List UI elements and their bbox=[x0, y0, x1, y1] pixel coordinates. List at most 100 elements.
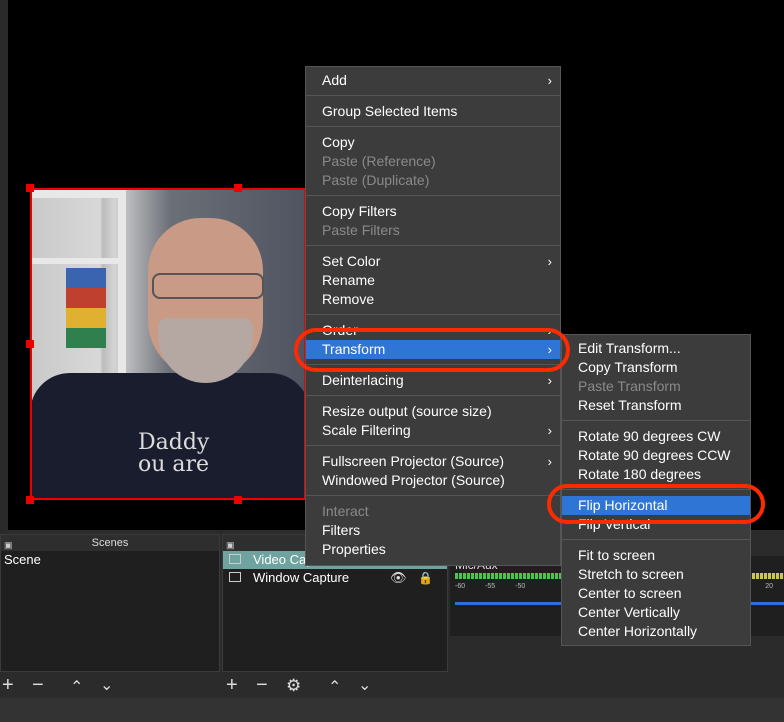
remove-source-button[interactable]: − bbox=[256, 674, 268, 697]
left-edge bbox=[0, 0, 8, 530]
menu-separator bbox=[562, 420, 750, 421]
menu-separator bbox=[306, 495, 560, 496]
menu-separator bbox=[306, 314, 560, 315]
menu-item-paste-transform: Paste Transform bbox=[562, 377, 750, 396]
gear-icon[interactable]: ⚙ bbox=[286, 676, 301, 696]
menu-item-label: Edit Transform... bbox=[578, 340, 681, 356]
menu-item-label: Copy bbox=[322, 134, 355, 150]
menu-item-label: Center Horizontally bbox=[578, 623, 698, 639]
menu-item-label: Rotate 90 degrees CW bbox=[578, 428, 721, 444]
context-menu: Add › Group Selected Items Copy Paste (Refer… bbox=[305, 66, 561, 566]
menu-item-paste-duplicate: Paste (Duplicate) bbox=[306, 171, 560, 190]
move-down-button[interactable]: ⌄ bbox=[358, 675, 371, 695]
menu-item-label: Paste (Reference) bbox=[322, 153, 436, 169]
menu-item-rotate-180-degrees[interactable]: Rotate 180 degrees bbox=[562, 465, 750, 484]
menu-item-label: Deinterlacing bbox=[322, 372, 404, 388]
menu-item-stretch-to-screen[interactable]: Stretch to screen bbox=[562, 565, 750, 584]
menu-item-remove[interactable]: Remove bbox=[306, 290, 560, 309]
menu-item-label: Windowed Projector (Source) bbox=[322, 472, 505, 488]
add-source-button[interactable]: + bbox=[226, 674, 238, 697]
resize-handle[interactable] bbox=[26, 184, 34, 192]
menu-item-label: Rotate 90 degrees CCW bbox=[578, 447, 731, 463]
menu-item-copy[interactable]: Copy bbox=[306, 133, 560, 152]
menu-separator bbox=[306, 195, 560, 196]
dock-float-icon[interactable]: ▣ bbox=[4, 537, 13, 553]
menu-separator bbox=[306, 95, 560, 96]
move-up-button[interactable]: ⌃ bbox=[328, 677, 341, 697]
menu-item-resize-output-source-size[interactable]: Resize output (source size) bbox=[306, 402, 560, 421]
menu-separator bbox=[306, 126, 560, 127]
menu-separator bbox=[306, 445, 560, 446]
menu-item-label: Group Selected Items bbox=[322, 103, 458, 119]
menu-item-paste-reference: Paste (Reference) bbox=[306, 152, 560, 171]
menu-item-rename[interactable]: Rename bbox=[306, 271, 560, 290]
menu-item-copy-transform[interactable]: Copy Transform bbox=[562, 358, 750, 377]
annotation-ring bbox=[294, 328, 570, 372]
menu-item-label: Rotate 180 degrees bbox=[578, 466, 701, 482]
scenes-dock: ▣ Scenes Scene bbox=[0, 534, 220, 672]
menu-item-edit-transform[interactable]: Edit Transform... bbox=[562, 339, 750, 358]
chevron-right-icon: › bbox=[547, 373, 552, 388]
dock-title: ▣ Scenes bbox=[1, 535, 219, 551]
menu-separator bbox=[306, 245, 560, 246]
annotation-ring bbox=[547, 484, 765, 524]
scene-item[interactable]: Scene bbox=[1, 551, 219, 569]
menu-item-label: Scale Filtering bbox=[322, 422, 411, 438]
menu-item-fit-to-screen[interactable]: Fit to screen bbox=[562, 546, 750, 565]
lock-icon[interactable]: 🔒 bbox=[418, 569, 433, 587]
move-up-button[interactable]: ⌃ bbox=[70, 677, 83, 697]
menu-item-center-vertically[interactable]: Center Vertically bbox=[562, 603, 750, 622]
menu-item-label: Rename bbox=[322, 272, 375, 288]
menu-item-center-to-screen[interactable]: Center to screen bbox=[562, 584, 750, 603]
menu-item-label: Add bbox=[322, 72, 347, 88]
menu-item-add[interactable]: Add › bbox=[306, 71, 560, 90]
resize-handle[interactable] bbox=[234, 496, 242, 504]
visibility-icon[interactable]: 👁 bbox=[390, 569, 407, 587]
menu-item-label: Reset Transform bbox=[578, 397, 682, 413]
resize-handle[interactable] bbox=[26, 496, 34, 504]
menu-item-label: Filters bbox=[322, 522, 361, 538]
scenes-toolbar: + − ⌃ ⌄ bbox=[0, 672, 220, 700]
selection-box[interactable] bbox=[30, 188, 306, 500]
remove-scene-button[interactable]: − bbox=[32, 674, 44, 697]
menu-item-label: Copy Filters bbox=[322, 203, 397, 219]
menu-separator bbox=[306, 395, 560, 396]
menu-item-center-horizontally[interactable]: Center Horizontally bbox=[562, 622, 750, 641]
sources-toolbar: + − ⚙ ⌃ ⌄ bbox=[222, 672, 448, 700]
menu-item-label: Interact bbox=[322, 503, 369, 519]
resize-handle[interactable] bbox=[234, 184, 242, 192]
menu-item-label: Properties bbox=[322, 541, 386, 557]
source-item-window-capture[interactable]: Window Capture 👁 🔒 bbox=[223, 569, 447, 587]
menu-item-properties[interactable]: Properties bbox=[306, 540, 560, 559]
menu-item-label: Fullscreen Projector (Source) bbox=[322, 453, 505, 469]
menu-item-group-selected-items[interactable]: Group Selected Items bbox=[306, 102, 560, 121]
menu-item-label: Stretch to screen bbox=[578, 566, 684, 582]
menu-item-label: Paste (Duplicate) bbox=[322, 172, 430, 188]
window-icon bbox=[229, 572, 241, 582]
menu-item-label: Resize output (source size) bbox=[322, 403, 492, 419]
menu-item-set-color[interactable]: Set Color › bbox=[306, 252, 560, 271]
menu-item-filters[interactable]: Filters bbox=[306, 521, 560, 540]
menu-item-scale-filtering[interactable]: Scale Filtering › bbox=[306, 421, 560, 440]
chevron-right-icon: › bbox=[547, 73, 552, 88]
chevron-right-icon: › bbox=[547, 423, 552, 438]
menu-item-rotate-90-degrees-ccw[interactable]: Rotate 90 degrees CCW bbox=[562, 446, 750, 465]
menu-item-interact: Interact bbox=[306, 502, 560, 521]
menu-separator bbox=[562, 539, 750, 540]
menu-item-label: Paste Transform bbox=[578, 378, 681, 394]
move-down-button[interactable]: ⌄ bbox=[100, 675, 113, 695]
chevron-right-icon: › bbox=[547, 454, 552, 469]
menu-item-rotate-90-degrees-cw[interactable]: Rotate 90 degrees CW bbox=[562, 427, 750, 446]
add-scene-button[interactable]: + bbox=[2, 674, 14, 697]
menu-item-fullscreen-projector-source[interactable]: Fullscreen Projector (Source) › bbox=[306, 452, 560, 471]
camera-icon bbox=[229, 554, 241, 564]
menu-item-label: Fit to screen bbox=[578, 547, 656, 563]
menu-item-paste-filters: Paste Filters bbox=[306, 221, 560, 240]
resize-handle[interactable] bbox=[26, 340, 34, 348]
menu-item-deinterlacing[interactable]: Deinterlacing › bbox=[306, 371, 560, 390]
chevron-right-icon: › bbox=[547, 254, 552, 269]
menu-item-copy-filters[interactable]: Copy Filters bbox=[306, 202, 560, 221]
menu-item-label: Paste Filters bbox=[322, 222, 400, 238]
menu-item-reset-transform[interactable]: Reset Transform bbox=[562, 396, 750, 415]
menu-item-windowed-projector-source[interactable]: Windowed Projector (Source) bbox=[306, 471, 560, 490]
